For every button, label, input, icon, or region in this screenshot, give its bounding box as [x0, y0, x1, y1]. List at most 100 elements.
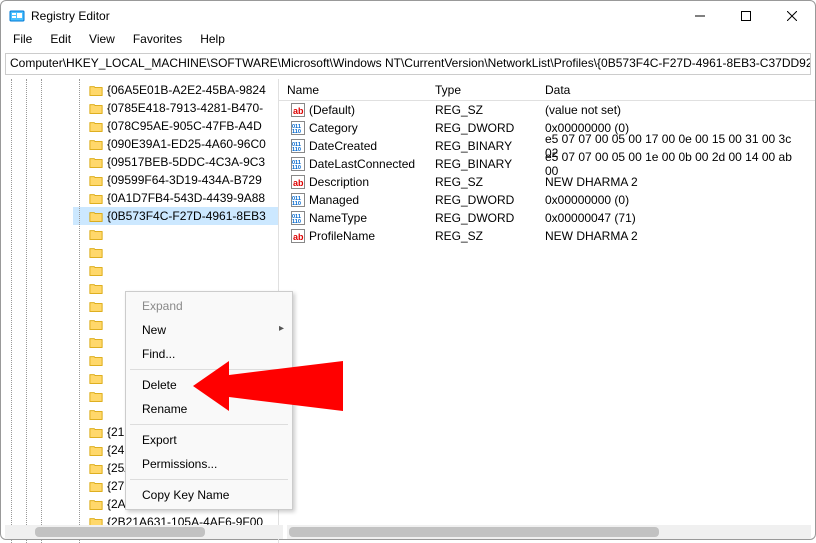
- value-list[interactable]: Name Type Data ab(Default)REG_SZ(value n…: [279, 79, 815, 543]
- folder-icon: [89, 354, 103, 366]
- value-type: REG_BINARY: [427, 155, 537, 173]
- list-row[interactable]: 011110DateLastConnectedREG_BINARYe5 07 0…: [279, 155, 815, 173]
- tree-item-label: {09517BEB-5DDC-4C3A-9C3: [107, 155, 265, 169]
- tree-item[interactable]: {090E39A1-ED25-4A60-96C0: [73, 135, 278, 153]
- folder-icon: [89, 264, 103, 276]
- menu-separator: [130, 369, 288, 370]
- svg-text:ab: ab: [293, 232, 304, 242]
- tree-item[interactable]: [73, 225, 278, 243]
- maximize-button[interactable]: [723, 1, 769, 31]
- folder-icon: [89, 462, 103, 474]
- tree-item[interactable]: {09599F64-3D19-434A-B729: [73, 171, 278, 189]
- string-icon: ab: [291, 175, 305, 189]
- value-name: Description: [309, 175, 369, 189]
- window-title: Registry Editor: [31, 9, 677, 23]
- folder-icon: [89, 228, 103, 240]
- menu-item-find[interactable]: Find...: [126, 342, 292, 366]
- value-type: REG_BINARY: [427, 137, 537, 155]
- folder-icon: [89, 174, 103, 186]
- svg-text:ab: ab: [293, 106, 304, 116]
- menubar: File Edit View Favorites Help: [1, 31, 815, 51]
- string-icon: ab: [291, 229, 305, 243]
- svg-text:110: 110: [292, 129, 301, 135]
- col-type[interactable]: Type: [427, 81, 537, 99]
- tree-item-label: {0A1D7FB4-543D-4439-9A88: [107, 191, 265, 205]
- tree-item-label: {0785E418-7913-4281-B470-: [107, 101, 263, 115]
- list-horizontal-scrollbar[interactable]: [287, 525, 811, 539]
- folder-icon: [89, 120, 103, 132]
- value-type: REG_DWORD: [427, 209, 537, 227]
- tree-item[interactable]: {06A5E01B-A2E2-45BA-9824: [73, 81, 278, 99]
- menu-item-permissions[interactable]: Permissions...: [126, 452, 292, 476]
- menu-item-expand: Expand: [126, 294, 292, 318]
- col-data[interactable]: Data: [537, 81, 815, 99]
- menu-edit[interactable]: Edit: [42, 31, 79, 51]
- value-name: ProfileName: [309, 229, 375, 243]
- folder-icon: [89, 300, 103, 312]
- list-row[interactable]: ab Description REG_SZNEW DHARMA 2: [279, 173, 815, 191]
- list-row[interactable]: 011110ManagedREG_DWORD0x00000000 (0): [279, 191, 815, 209]
- folder-icon: [89, 156, 103, 168]
- binary-icon: 011110: [291, 121, 305, 135]
- tree-item[interactable]: {0785E418-7913-4281-B470-: [73, 99, 278, 117]
- svg-text:110: 110: [292, 219, 301, 225]
- tree-item[interactable]: [73, 243, 278, 261]
- menu-item-rename[interactable]: Rename: [126, 397, 292, 421]
- value-data: NEW DHARMA 2: [537, 173, 815, 191]
- minimize-button[interactable]: [677, 1, 723, 31]
- tree-item[interactable]: {09517BEB-5DDC-4C3A-9C3: [73, 153, 278, 171]
- menu-help[interactable]: Help: [192, 31, 233, 51]
- titlebar: Registry Editor: [1, 1, 815, 31]
- svg-text:110: 110: [292, 165, 301, 171]
- value-name: (Default): [309, 103, 355, 117]
- menu-file[interactable]: File: [5, 31, 40, 51]
- menu-item-copy-key-name[interactable]: Copy Key Name: [126, 483, 292, 507]
- value-type: REG_SZ: [427, 101, 537, 119]
- close-button[interactable]: [769, 1, 815, 31]
- folder-icon: [89, 372, 103, 384]
- folder-icon: [89, 498, 103, 510]
- tree-item[interactable]: [73, 261, 278, 279]
- value-name: Category: [309, 121, 358, 135]
- folder-icon: [89, 246, 103, 258]
- tree-item-label: {0B573F4C-F27D-4961-8EB3: [107, 209, 266, 223]
- list-row[interactable]: 011110NameTypeREG_DWORD0x00000047 (71): [279, 209, 815, 227]
- svg-text:110: 110: [292, 147, 301, 153]
- list-row[interactable]: ab(Default)REG_SZ(value not set): [279, 101, 815, 119]
- value-data: 0x00000047 (71): [537, 209, 815, 227]
- context-menu: ExpandNewFind... DeleteRename ExportPermis…: [125, 291, 293, 510]
- value-type: REG_DWORD: [427, 191, 537, 209]
- address-bar[interactable]: Computer\HKEY_LOCAL_MACHINE\SOFTWARE\Mic…: [5, 53, 811, 75]
- list-header[interactable]: Name Type Data: [279, 79, 815, 101]
- value-type: REG_DWORD: [427, 119, 537, 137]
- folder-icon: [89, 318, 103, 330]
- menu-item-delete[interactable]: Delete: [126, 373, 292, 397]
- menu-item-new[interactable]: New: [126, 318, 292, 342]
- tree-item[interactable]: {0B573F4C-F27D-4961-8EB3: [73, 207, 278, 225]
- value-type: REG_SZ: [427, 173, 537, 191]
- binary-icon: 011110: [291, 139, 305, 153]
- string-icon: ab: [291, 103, 305, 117]
- binary-icon: 011110: [291, 157, 305, 171]
- content-area: {06A5E01B-A2E2-45BA-9824 {0785E418-7913-4…: [1, 79, 815, 543]
- tree-horizontal-scrollbar[interactable]: [5, 525, 283, 539]
- menu-separator: [130, 479, 288, 480]
- menu-favorites[interactable]: Favorites: [125, 31, 190, 51]
- list-row[interactable]: abProfileNameREG_SZNEW DHARMA 2: [279, 227, 815, 245]
- tree-item[interactable]: {078C95AE-905C-47FB-A4D: [73, 117, 278, 135]
- folder-icon: [89, 138, 103, 150]
- tree-item-label: {09599F64-3D19-434A-B729: [107, 173, 262, 187]
- menu-view[interactable]: View: [81, 31, 123, 51]
- tree-item[interactable]: {0A1D7FB4-543D-4439-9A88: [73, 189, 278, 207]
- folder-icon: [89, 210, 103, 222]
- tree-item-label: {078C95AE-905C-47FB-A4D: [107, 119, 262, 133]
- value-data: NEW DHARMA 2: [537, 227, 815, 245]
- folder-icon: [89, 444, 103, 456]
- menu-separator: [130, 424, 288, 425]
- folder-icon: [89, 390, 103, 402]
- binary-icon: 011110: [291, 211, 305, 225]
- menu-item-export[interactable]: Export: [126, 428, 292, 452]
- col-name[interactable]: Name: [279, 81, 427, 99]
- value-name: Managed: [309, 193, 359, 207]
- svg-text:ab: ab: [293, 178, 304, 188]
